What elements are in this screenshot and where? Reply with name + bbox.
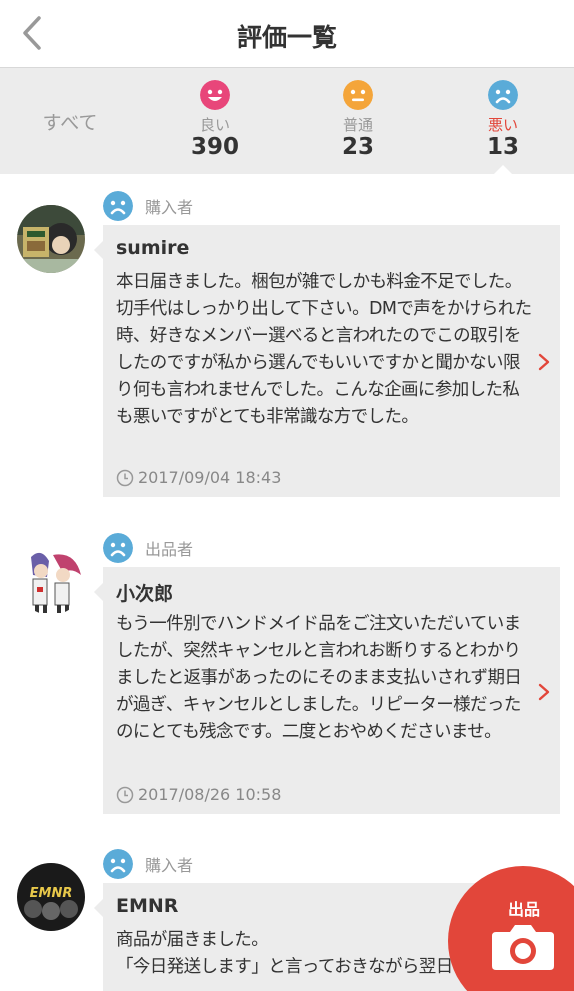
rating-tabs: すべて 良い 390 普通 23 悪い 13 xyxy=(0,68,574,175)
active-tab-indicator xyxy=(493,165,513,175)
reviewer-role: 出品者 xyxy=(103,532,193,564)
chevron-right-icon xyxy=(538,353,550,371)
tab-neutral[interactable]: 普通 23 xyxy=(308,68,408,174)
review-date: 2017/09/04 18:43 xyxy=(116,468,281,487)
reviewer-name: sumire xyxy=(116,237,190,259)
bubble-tail xyxy=(94,583,103,601)
role-label: 購入者 xyxy=(145,198,194,217)
tab-bad-count: 13 xyxy=(486,134,519,160)
emnr-logo-avatar: EMNR xyxy=(17,863,85,931)
tab-bad[interactable]: 悪い 13 xyxy=(453,68,553,175)
role-label: 購入者 xyxy=(145,856,194,875)
tab-good[interactable]: 良い 390 xyxy=(165,68,265,174)
role-label: 出品者 xyxy=(145,540,194,559)
review-comment: もう一件別でハンドメイド品をご注文いただいていましたが、突然キャンセルと言われお… xyxy=(116,614,522,742)
sad-face-icon xyxy=(103,533,133,563)
reviewer-role: 購入者 xyxy=(103,848,193,880)
review-bubble[interactable]: 小次郎 もう一件別でハンドメイド品をご注文いただいていましたが、突然キャンセルと… xyxy=(94,567,560,814)
page-title: 評価一覧 xyxy=(236,23,337,52)
avatar[interactable] xyxy=(17,205,85,273)
sumire-avatar xyxy=(17,205,85,273)
review-date-text: 2017/08/26 10:58 xyxy=(138,785,282,804)
emnr-logo-text: EMNR xyxy=(30,886,73,901)
character-avatar xyxy=(17,547,85,615)
sad-face-icon xyxy=(103,849,133,879)
tab-all[interactable]: すべて xyxy=(20,68,120,174)
reviewer-role: 購入者 xyxy=(103,190,193,222)
avatar[interactable]: EMNR xyxy=(17,863,85,931)
sad-face-icon xyxy=(488,80,518,110)
chevron-right-icon xyxy=(538,683,550,701)
review-date-text: 2017/09/04 18:43 xyxy=(138,468,282,487)
avatar[interactable] xyxy=(17,547,85,615)
bubble-tail xyxy=(94,241,103,259)
header-bar: 評価一覧 xyxy=(0,0,574,68)
tab-neutral-label: 普通 xyxy=(342,116,373,134)
camera-icon xyxy=(492,925,554,970)
reviewer-name: 小次郎 xyxy=(116,583,174,605)
bubble-tail xyxy=(94,899,103,917)
tab-good-label: 良い xyxy=(199,116,230,134)
tab-neutral-count: 23 xyxy=(341,134,374,160)
sell-button-label: 出品 xyxy=(508,900,541,919)
tab-bad-label: 悪い xyxy=(487,116,518,134)
happy-face-icon xyxy=(200,80,230,110)
neutral-face-icon xyxy=(343,80,373,110)
review-comment: 本日届きました。梱包が雑でしかも料金不足でした。切手代はしっかり出して下さい。D… xyxy=(116,272,532,427)
clock-icon xyxy=(116,786,134,803)
review-bubble[interactable]: sumire 本日届きました。梱包が雑でしかも料金不足でした。切手代はしっかり出… xyxy=(94,225,560,497)
tab-good-count: 390 xyxy=(190,134,239,160)
review-date: 2017/08/26 10:58 xyxy=(116,785,281,804)
clock-icon xyxy=(116,469,134,486)
reviewer-name: EMNR xyxy=(116,895,179,917)
sad-face-icon xyxy=(103,191,133,221)
